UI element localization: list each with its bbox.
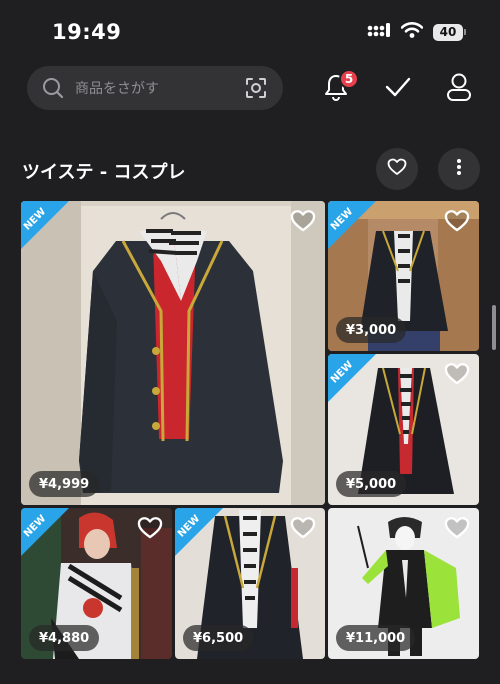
price-tag: ¥4,999 <box>29 471 100 497</box>
price-tag: ¥3,000 <box>336 317 407 343</box>
new-tag: NEW <box>21 508 81 568</box>
cellular-signal-icon <box>367 22 391 42</box>
notification-badge: 5 <box>339 69 359 89</box>
account-button[interactable] <box>442 72 476 106</box>
more-vertical-icon <box>456 158 462 180</box>
status-time: 19:49 <box>52 20 122 44</box>
user-icon <box>445 72 473 106</box>
heart-icon <box>290 209 316 237</box>
app-screen: 19:49 40 商品をさがす 5 ツイステ - コスプレ NEW ¥4,999… <box>0 0 500 684</box>
new-tag: NEW <box>175 508 235 568</box>
new-tag: NEW <box>328 201 388 261</box>
new-tag: NEW <box>21 201 81 261</box>
todo-button[interactable] <box>381 72 415 106</box>
heart-icon <box>444 362 470 390</box>
new-tag: NEW <box>328 354 388 414</box>
price-tag: ¥5,000 <box>336 471 407 497</box>
image-scan-icon[interactable] <box>245 77 267 99</box>
checkmark-icon <box>384 75 412 103</box>
product-tile[interactable]: NEW ¥4,999 <box>21 201 325 505</box>
battery-level: 40 <box>433 23 463 41</box>
search-placeholder: 商品をさがす <box>75 81 159 97</box>
wifi-icon <box>400 22 424 42</box>
favorite-button[interactable] <box>443 209 471 237</box>
status-bar: 19:49 40 <box>0 0 500 60</box>
heart-icon <box>444 516 470 544</box>
search-icon <box>42 77 64 99</box>
price-tag: ¥6,500 <box>183 625 254 651</box>
header-bar: 商品をさがす 5 <box>0 62 500 116</box>
favorite-button[interactable] <box>289 516 317 544</box>
product-tile[interactable]: NEW ¥4,880 <box>21 508 172 659</box>
price-tag: ¥4,880 <box>29 625 100 651</box>
favorite-button[interactable] <box>443 516 471 544</box>
product-tile[interactable]: NEW ¥6,500 <box>175 508 325 659</box>
list-header: ツイステ - コスプレ <box>0 146 500 194</box>
product-tile[interactable]: NEW ¥5,000 <box>328 354 479 505</box>
favorite-button[interactable] <box>136 516 164 544</box>
favorite-button[interactable] <box>443 362 471 390</box>
heart-icon <box>387 158 407 180</box>
product-tile[interactable]: ¥11,000 <box>328 508 479 659</box>
favorite-button[interactable] <box>289 209 317 237</box>
battery-indicator: 40 <box>433 23 466 41</box>
battery-tip <box>464 29 466 35</box>
heart-icon <box>444 209 470 237</box>
price-tag: ¥11,000 <box>336 625 416 651</box>
list-title: ツイステ - コスプレ <box>22 162 186 183</box>
save-search-button[interactable] <box>376 148 418 190</box>
heart-icon <box>290 516 316 544</box>
product-tile[interactable]: NEW ¥3,000 <box>328 201 479 351</box>
scrollbar[interactable] <box>492 305 496 350</box>
notifications-button[interactable]: 5 <box>319 69 359 106</box>
more-options-button[interactable] <box>438 148 480 190</box>
search-input[interactable]: 商品をさがす <box>27 66 283 110</box>
status-icons: 40 <box>367 22 466 42</box>
heart-icon <box>137 516 163 544</box>
